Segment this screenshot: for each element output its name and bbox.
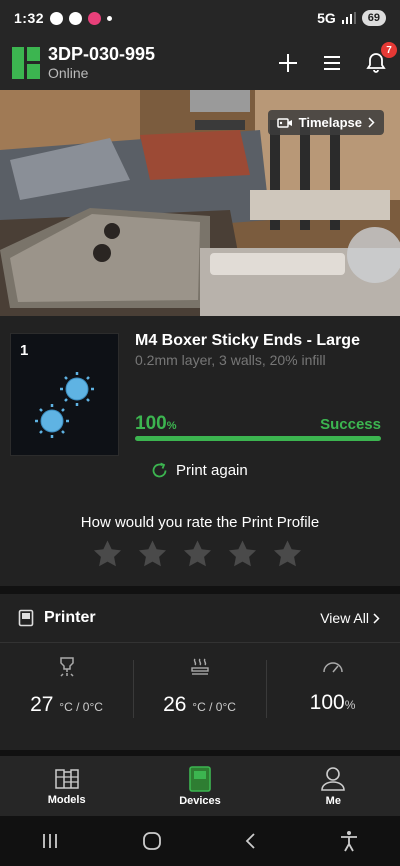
signal-icon bbox=[341, 12, 356, 24]
home-icon[interactable] bbox=[142, 831, 162, 851]
device-status: Online bbox=[48, 65, 89, 81]
profile-icon bbox=[321, 766, 346, 791]
bed-temp-value: 26 bbox=[163, 693, 187, 716]
job-title: M4 Boxer Sticky Ends - Large bbox=[135, 332, 360, 349]
rating-prompt: How would you rate the Print Profile bbox=[80, 514, 320, 531]
network-type: 5G bbox=[317, 10, 336, 26]
progress-bar-fill bbox=[135, 436, 381, 441]
star-5-icon[interactable] bbox=[272, 539, 303, 569]
star-2-icon[interactable] bbox=[137, 539, 168, 569]
nozzle-temp-value: 27 bbox=[30, 693, 54, 716]
bed-temperature-stat[interactable]: 26 °C / 0°C bbox=[133, 656, 266, 717]
nav-models-label: Models bbox=[47, 793, 86, 806]
timelapse-label: Timelapse bbox=[298, 115, 362, 130]
print-speed-stat[interactable]: 100% bbox=[266, 656, 399, 715]
job-details: 0.2mm layer, 3 walls, 20% infill bbox=[135, 352, 326, 368]
star-3-icon[interactable] bbox=[182, 539, 213, 569]
star-1-icon[interactable] bbox=[92, 539, 123, 569]
nav-me[interactable]: Me bbox=[267, 756, 400, 816]
bed-temp-unit: °C / 0°C bbox=[192, 700, 236, 714]
add-device-button[interactable] bbox=[276, 51, 300, 75]
view-all-link[interactable]: View All bbox=[320, 610, 380, 626]
notification-badge: 7 bbox=[381, 42, 397, 58]
heatbed-icon bbox=[190, 658, 209, 675]
chevron-right-icon bbox=[373, 612, 380, 624]
section-divider bbox=[0, 642, 400, 643]
accessibility-icon[interactable] bbox=[339, 830, 359, 852]
printer-section: Printer View All 27 °C / 0°C 26 °C / 0°C… bbox=[0, 594, 400, 750]
battery-indicator: 69 bbox=[361, 10, 386, 26]
print-again-button[interactable]: Print again bbox=[150, 461, 248, 480]
app-notification-icon bbox=[88, 11, 102, 25]
camera-feed[interactable]: Timelapse bbox=[0, 90, 400, 316]
nozzle-temperature-stat[interactable]: 27 °C / 0°C bbox=[0, 656, 133, 717]
printer-title: Printer bbox=[44, 609, 96, 626]
printer-header: Printer bbox=[18, 609, 96, 627]
rating-stars bbox=[92, 539, 303, 569]
app-header: 3DP-030-995 Online 7 bbox=[0, 36, 400, 90]
speed-value: 100 bbox=[309, 691, 345, 714]
print-job-card: 1 M4 Boxer Sticky Ends - Large 0.2mm lay… bbox=[0, 316, 400, 586]
status-time: 1:32 bbox=[14, 10, 45, 26]
bottom-navigation: Models Devices Me bbox=[0, 756, 400, 816]
progress-percent: 100% bbox=[135, 413, 177, 434]
more-notifications-dot bbox=[107, 15, 113, 21]
reprint-icon bbox=[152, 462, 167, 478]
speed-gauge-icon bbox=[322, 662, 343, 673]
messenger-icon bbox=[50, 11, 64, 25]
notifications-button[interactable]: 7 bbox=[364, 42, 397, 75]
menu-icon bbox=[324, 56, 340, 70]
plus-icon bbox=[279, 54, 297, 72]
recent-apps-icon[interactable] bbox=[41, 832, 59, 850]
back-icon[interactable] bbox=[244, 832, 256, 850]
speed-unit: % bbox=[344, 698, 356, 712]
chrome-icon bbox=[69, 11, 83, 25]
model-preview-image bbox=[35, 372, 94, 438]
models-icon bbox=[54, 768, 79, 789]
bambu-logo-icon bbox=[12, 47, 40, 79]
status-bar: 1:32 5G 69 bbox=[0, 0, 400, 36]
video-camera-icon bbox=[276, 117, 292, 128]
chevron-right-icon bbox=[368, 117, 375, 128]
progress-bar bbox=[135, 436, 381, 441]
print-again-label: Print again bbox=[176, 462, 248, 479]
printer-icon bbox=[18, 609, 34, 627]
plate-thumbnail[interactable]: 1 bbox=[10, 333, 119, 456]
nav-me-label: Me bbox=[325, 794, 341, 807]
system-navigation-bar bbox=[0, 816, 400, 866]
devices-icon bbox=[189, 765, 211, 792]
nav-devices[interactable]: Devices bbox=[133, 756, 266, 816]
menu-button[interactable] bbox=[320, 51, 344, 75]
job-result-status: Success bbox=[320, 416, 381, 433]
device-name[interactable]: 3DP-030-995 bbox=[48, 44, 155, 64]
view-all-label: View All bbox=[320, 610, 369, 626]
nav-devices-label: Devices bbox=[179, 794, 221, 807]
nav-models[interactable]: Models bbox=[0, 756, 133, 816]
star-4-icon[interactable] bbox=[227, 539, 258, 569]
timelapse-button[interactable]: Timelapse bbox=[267, 110, 384, 135]
nozzle-icon bbox=[59, 657, 74, 677]
nozzle-temp-unit: °C / 0°C bbox=[59, 700, 103, 714]
